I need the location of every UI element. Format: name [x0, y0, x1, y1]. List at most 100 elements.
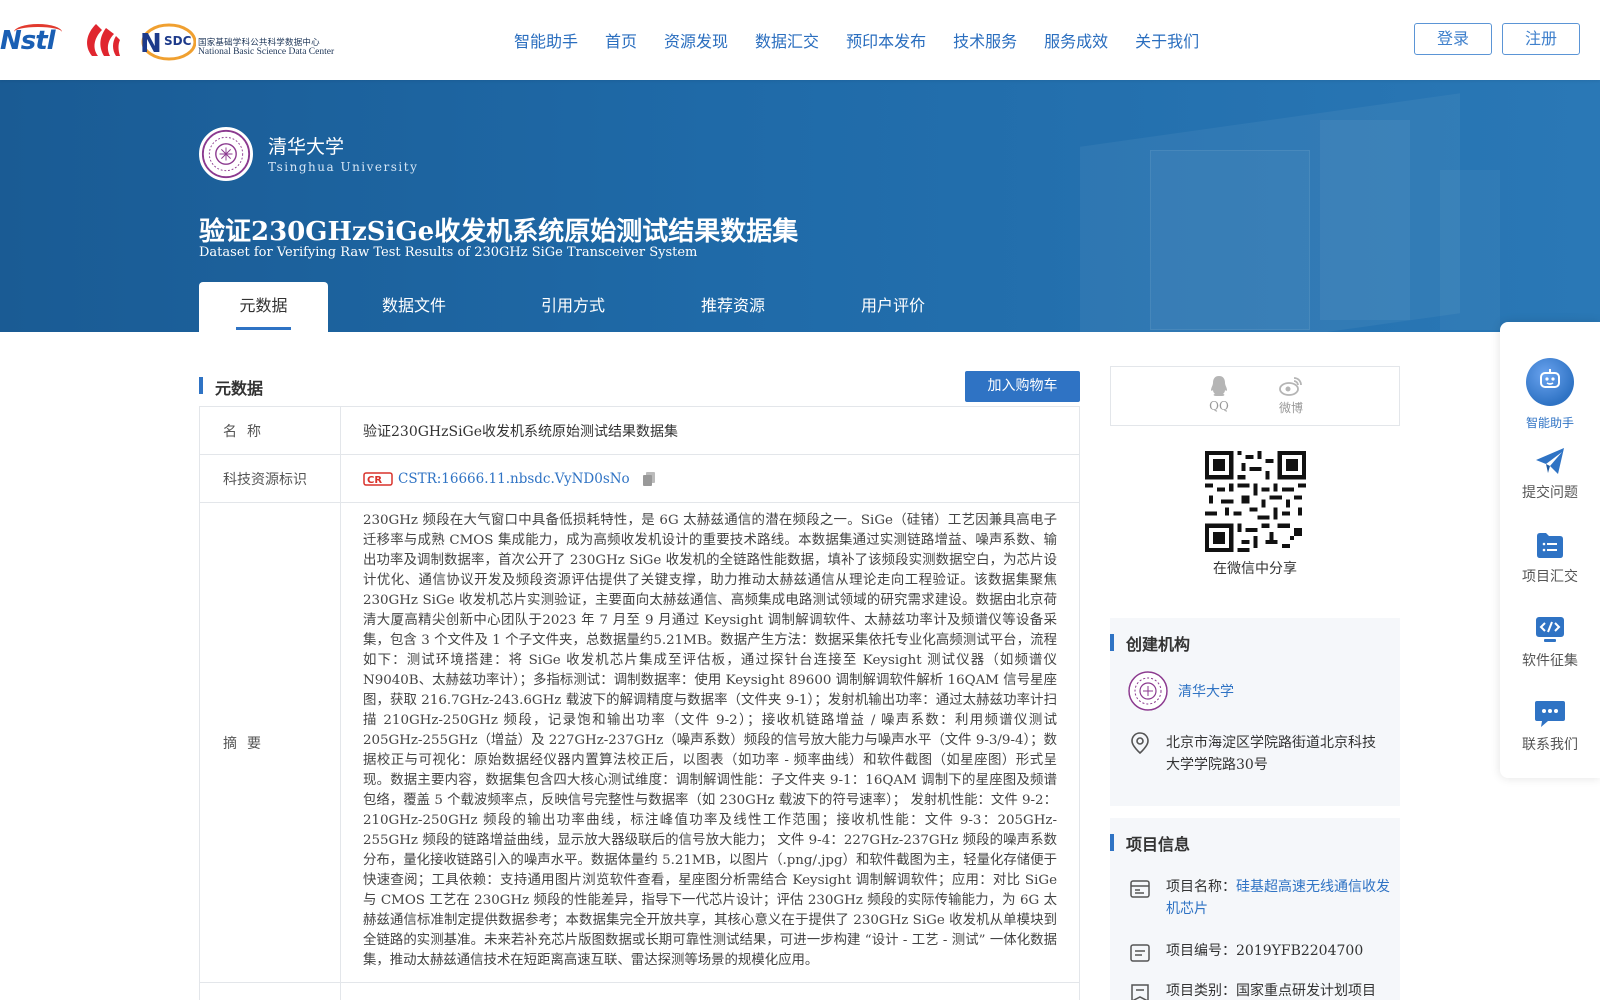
nav-item-assistant[interactable]: 智能助手 [514, 28, 578, 52]
software-collection-button[interactable]: 软件征集 [1500, 614, 1600, 670]
project-name-text: 项目名称：硅基超高速无线通信收发机芯片 [1166, 876, 1390, 920]
svg-text:CR: CR [367, 475, 382, 486]
metadata-section-header: 元数据 加入购物车 [199, 371, 1080, 407]
assistant-button[interactable]: 智能助手 [1500, 358, 1600, 431]
submit-question-label: 提交问题 [1522, 485, 1578, 501]
dataset-title-cn: 验证230GHzSiGe收发机系统原始测试结果数据集 [199, 217, 799, 247]
banner-decoration [1320, 120, 1410, 320]
project-category-icon [1131, 984, 1149, 1000]
creator-org-panel: 创建机构 清华大学 北京市海淀区学院路街道北京科技大学学院路30号 [1110, 618, 1400, 806]
name-label: 名称 [200, 407, 341, 454]
section-accent-bar [1110, 634, 1114, 651]
metadata-table: 名称 验证230GHzSiGe收发机系统原始测试结果数据集 科技资源标识 CR … [199, 406, 1080, 1000]
creator-org-name[interactable]: 清华大学 [1178, 681, 1234, 701]
project-info-panel: 项目信息 项目名称：硅基超高速无线通信收发机芯片 项目编号：2019YFB220… [1110, 818, 1400, 1000]
qq-icon [1211, 376, 1227, 396]
project-name-row: 项目名称：硅基超高速无线通信收发机芯片 [1130, 876, 1390, 920]
table-row: 摘要 230GHz 频段在大气窗口中具备低损耗特性，是 6G 太赫兹通信的潜在频… [200, 503, 1079, 983]
dataset-title-en: Dataset for Verifying Raw Test Results o… [199, 245, 698, 260]
location-icon [1131, 732, 1149, 754]
share-weibo-label: 微博 [1278, 401, 1303, 415]
nsdc-logo-letters: SDC [164, 34, 192, 48]
abstract-value: 230GHz 频段在大气窗口中具备低损耗特性，是 6G 太赫兹通信的潜在频段之一… [363, 513, 1057, 968]
cstr-label: 科技资源标识 [200, 455, 341, 502]
project-number-row: 项目编号：2019YFB2204700 [1130, 940, 1390, 962]
top-header: Nstl N SDC 国家基础学科公共科学数据中心 National Basic… [0, 0, 1600, 80]
robot-face-icon [1540, 369, 1560, 388]
project-number-icon [1130, 944, 1150, 962]
register-button[interactable]: 注册 [1502, 23, 1580, 55]
cstr-identifier-link[interactable]: CSTR:16666.11.nbsdc.VyND0sNo [398, 471, 630, 487]
share-qq[interactable]: QQ [1199, 375, 1239, 413]
cstr-logo-icon: CR [363, 471, 393, 486]
svg-text:N: N [140, 29, 162, 59]
creator-org-address: 北京市海淀区学院路街道北京科技大学学院路30号 [1166, 735, 1376, 773]
tsinghua-emblem-icon [199, 127, 253, 181]
nstl-logo[interactable]: Nstl [0, 24, 68, 58]
assistant-label: 智能助手 [1525, 416, 1574, 430]
nsdc-logo-en: National Basic Science Data Center [198, 47, 335, 57]
login-button[interactable]: 登录 [1414, 23, 1492, 55]
contact-us-label: 联系我们 [1522, 737, 1578, 753]
project-info-title: 项目信息 [1126, 835, 1191, 854]
project-submission-label: 项目汇交 [1522, 569, 1578, 585]
weibo-icon [1279, 377, 1302, 396]
nav-item-service-results[interactable]: 服务成效 [1044, 28, 1108, 52]
abstract-label: 摘要 [200, 503, 341, 982]
section-accent-bar [1110, 834, 1114, 851]
wechat-qr-code [1205, 451, 1306, 552]
banner-decoration [1440, 170, 1500, 330]
project-card-icon [1130, 880, 1150, 898]
project-category: 项目类别：国家重点研发计划项目 [1166, 983, 1376, 999]
nav-item-data-submission[interactable]: 数据汇交 [755, 28, 819, 52]
banner-decoration [1150, 150, 1310, 330]
submit-question-button[interactable]: 提交问题 [1500, 446, 1600, 502]
section-accent-bar [199, 377, 203, 394]
university-name-cn: 清华大学 [268, 136, 345, 158]
add-to-cart-button[interactable]: 加入购物车 [965, 371, 1080, 402]
share-box: QQ 微博 [1110, 366, 1400, 426]
nav-item-tech-service[interactable]: 技术服务 [953, 28, 1017, 52]
red-swirl-logo-icon [87, 24, 120, 56]
project-name-label: 项目名称： [1166, 879, 1236, 895]
tsinghua-emblem-icon [1128, 671, 1168, 711]
nstl-logo-text: Nstl [0, 26, 56, 56]
code-icon [1536, 617, 1564, 642]
next-row-label [200, 983, 341, 1000]
paper-plane-icon [1536, 448, 1564, 474]
project-category-row: 项目类别：国家重点研发计划项目 [1130, 980, 1390, 1000]
robot-icon [1526, 358, 1574, 406]
metadata-section-title: 元数据 [215, 379, 264, 398]
tab-recommended[interactable]: 推荐资源 [646, 282, 820, 332]
chat-bubble-icon [1535, 701, 1565, 727]
creator-org-title: 创建机构 [1126, 635, 1191, 654]
project-submission-button[interactable]: 项目汇交 [1500, 530, 1600, 586]
red-swirl-logo[interactable] [82, 22, 122, 60]
table-row: 名称 验证230GHzSiGe收发机系统原始测试结果数据集 [200, 407, 1079, 455]
qr-caption: 在微信中分享 [1213, 561, 1297, 577]
cstr-value-cell: CR CSTR:16666.11.nbsdc.VyND0sNo [341, 455, 1079, 502]
copy-icon[interactable] [642, 471, 656, 487]
nav-item-about[interactable]: 关于我们 [1135, 28, 1199, 52]
folder-list-icon [1537, 533, 1563, 558]
project-number: 项目编号：2019YFB2204700 [1166, 943, 1364, 959]
tab-citation[interactable]: 引用方式 [500, 282, 646, 332]
table-row [200, 983, 1079, 1000]
nsdc-logo[interactable]: N SDC 国家基础学科公共科学数据中心 National Basic Scie… [136, 22, 351, 62]
share-qq-label: QQ [1209, 399, 1229, 413]
tab-user-reviews[interactable]: 用户评价 [820, 282, 966, 332]
floating-toolbar: 智能助手 提交问题 项目汇交 软件征集 联系我们 [1500, 322, 1600, 778]
main-nav: 智能助手 首页 资源发现 数据汇交 预印本发布 技术服务 服务成效 关于我们 [514, 28, 1226, 52]
contact-us-button[interactable]: 联系我们 [1500, 698, 1600, 754]
name-value: 验证230GHzSiGe收发机系统原始测试结果数据集 [363, 423, 679, 440]
share-weibo[interactable]: 微博 [1271, 375, 1311, 416]
dataset-tabs: 元数据 数据文件 引用方式 推荐资源 用户评价 [199, 282, 966, 332]
nav-item-resources[interactable]: 资源发现 [664, 28, 728, 52]
next-row-value [341, 983, 1079, 1000]
nav-item-preprint[interactable]: 预印本发布 [846, 28, 926, 52]
tab-data-files[interactable]: 数据文件 [328, 282, 500, 332]
university-name-en: Tsinghua University [268, 160, 419, 174]
table-row: 科技资源标识 CR CSTR:16666.11.nbsdc.VyND0sNo [200, 455, 1079, 503]
nav-item-home[interactable]: 首页 [605, 28, 637, 52]
tab-metadata[interactable]: 元数据 [199, 282, 328, 332]
